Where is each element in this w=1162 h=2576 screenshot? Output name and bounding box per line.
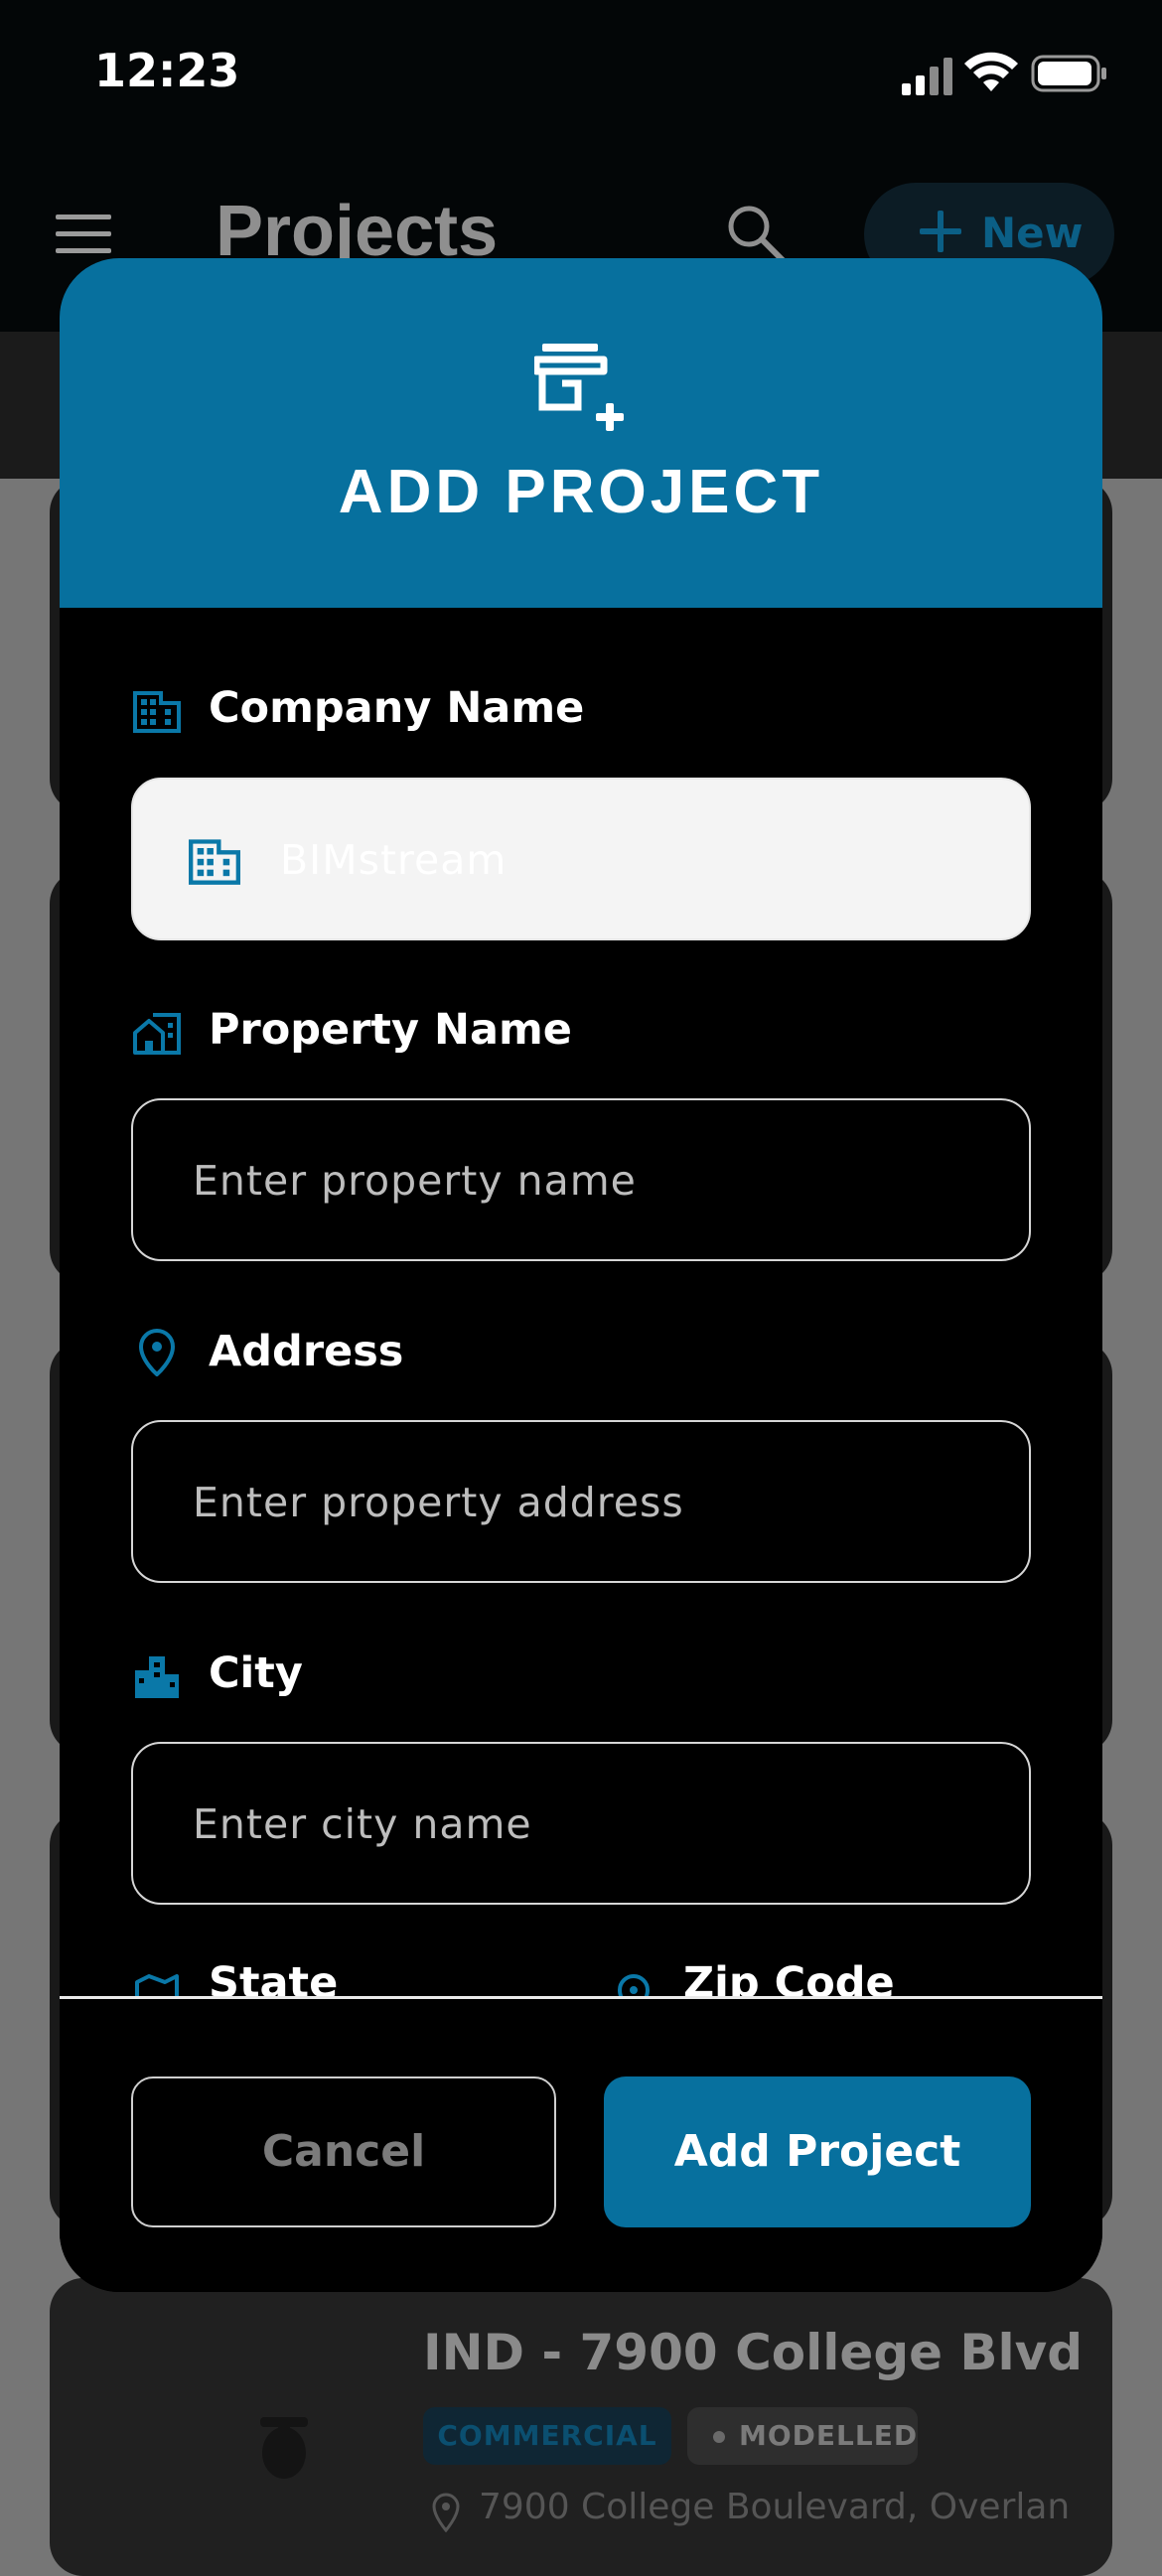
battery-icon — [1031, 55, 1106, 92]
search-icon[interactable] — [725, 203, 787, 264]
modal-title: ADD PROJECT — [338, 458, 824, 526]
city-label: City — [209, 1648, 303, 1698]
status-bar: 12:23 — [0, 0, 1162, 149]
cellular-signal-icon — [902, 58, 952, 95]
project-card[interactable]: IND - 7900 College Blvd COMMERCIAL MODEL… — [50, 2278, 1112, 2576]
address-input[interactable] — [191, 1422, 989, 1583]
drone-icon — [260, 2417, 308, 2479]
category-badge: COMMERCIAL — [423, 2407, 671, 2465]
property-name-input[interactable] — [191, 1100, 989, 1261]
add-project-modal: ADD PROJECT Company Name Property Name — [60, 258, 1102, 2292]
building-icon — [189, 839, 240, 885]
address-label: Address — [209, 1327, 404, 1376]
new-button-label: New — [981, 209, 1084, 257]
add-project-button[interactable]: Add Project — [604, 2076, 1031, 2227]
add-storefront-icon — [534, 344, 624, 431]
company-name-field[interactable] — [131, 778, 1077, 940]
cancel-button[interactable]: Cancel — [131, 2076, 556, 2227]
building-icon — [133, 691, 181, 733]
address-field[interactable] — [131, 1420, 1031, 1583]
city-icon — [135, 1656, 179, 1698]
property-name-label: Property Name — [209, 1005, 572, 1055]
project-title: IND - 7900 College Blvd — [423, 2324, 1084, 2381]
project-address: 7900 College Boulevard, Overlan — [479, 2487, 1071, 2527]
wifi-icon — [964, 52, 1018, 91]
property-name-field[interactable] — [131, 1098, 1031, 1261]
house-building-icon — [133, 1013, 181, 1055]
plus-icon — [920, 211, 961, 252]
city-input[interactable] — [191, 1744, 989, 1905]
modal-header: ADD PROJECT — [60, 258, 1102, 608]
modal-footer: Cancel Add Project — [60, 1999, 1102, 2292]
company-name-label: Company Name — [209, 683, 585, 733]
status-dot-icon — [713, 2431, 725, 2443]
status-time: 12:23 — [94, 44, 240, 97]
status-badge: MODELLED — [687, 2407, 918, 2465]
city-field[interactable] — [131, 1742, 1031, 1905]
status-badge-label: MODELLED — [739, 2419, 919, 2452]
location-pin-icon — [138, 1329, 176, 1376]
company-name-input[interactable] — [278, 780, 1077, 940]
location-pin-icon — [432, 2493, 460, 2532]
menu-icon[interactable] — [56, 213, 111, 256]
footer-divider — [60, 1996, 1102, 1999]
